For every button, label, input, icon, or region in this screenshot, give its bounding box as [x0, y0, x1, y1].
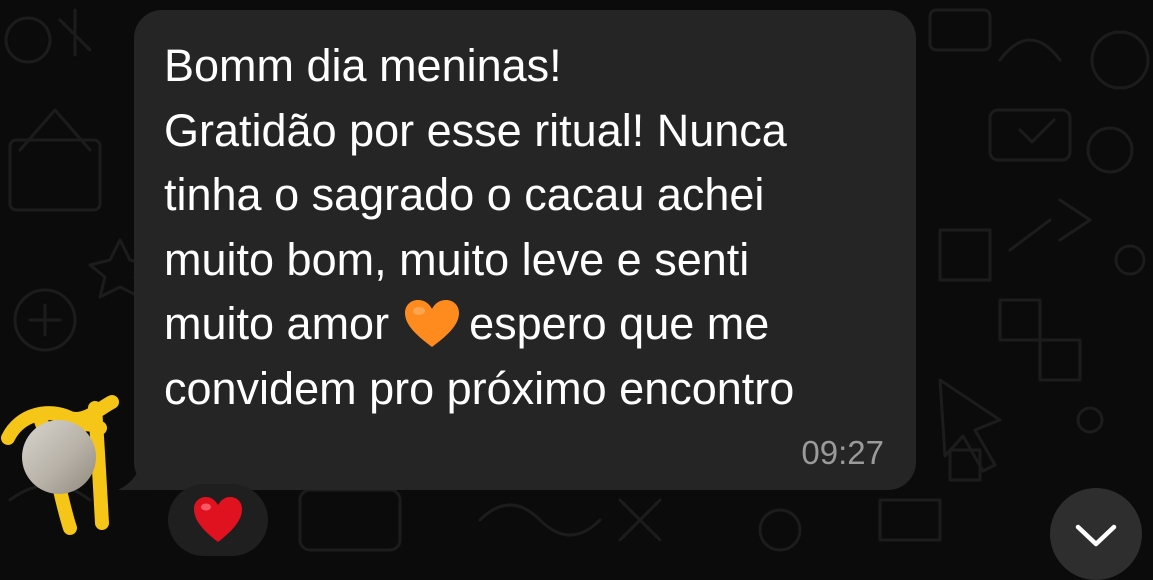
message-line: tinha o sagrado o cacau achei — [164, 169, 765, 220]
message-line-part: espero que me — [469, 298, 770, 349]
orange-heart-icon — [405, 300, 460, 347]
message-timestamp: 09:27 — [801, 434, 884, 471]
reaction-badge[interactable] — [168, 484, 268, 556]
scroll-to-bottom-button[interactable] — [1050, 488, 1142, 580]
chevron-down-icon — [1075, 524, 1117, 547]
red-heart-icon — [194, 497, 242, 542]
message-line: convidem pro próximo encontro — [164, 362, 795, 414]
message-bubble[interactable]: Bomm dia meninas! Gratidão por esse ritu… — [134, 10, 916, 490]
message-line: muito bom, muito leve e senti — [164, 233, 750, 285]
sender-avatar[interactable] — [22, 420, 96, 494]
message-line-with-emoji: muito amor espero que me — [164, 292, 886, 357]
message-text: Bomm dia meninas! Gratidão por esse ritu… — [164, 34, 886, 421]
message-line: Bomm dia meninas! — [164, 40, 562, 91]
message-line-part: muito amor — [164, 298, 390, 349]
message-line: Gratidão por esse ritual! Nunca — [164, 104, 787, 156]
